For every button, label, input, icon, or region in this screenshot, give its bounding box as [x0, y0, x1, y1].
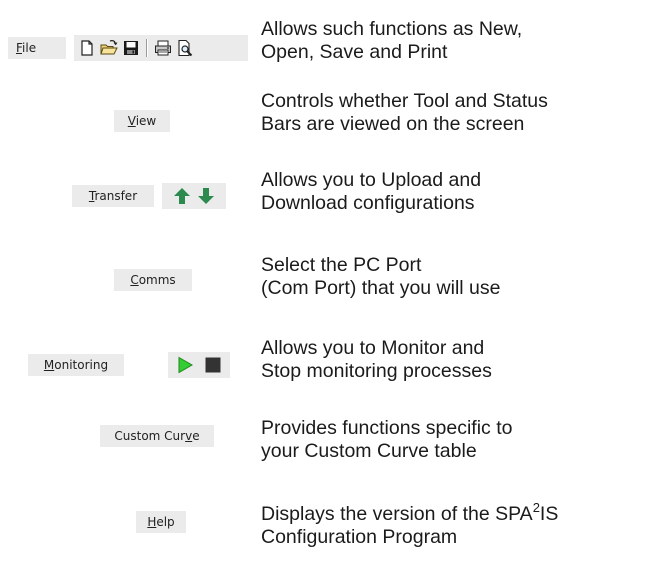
monitoring-desc-line2: Stop monitoring processes — [261, 360, 492, 382]
upload-arrow-icon[interactable] — [173, 187, 191, 205]
menu-view-accel: V — [127, 114, 136, 128]
file-desc-line1: Allows such functions as New, — [261, 18, 523, 40]
help-desc-line2: Configuration Program — [261, 526, 458, 548]
transfer-desc-line1: Allows you to Upload and — [261, 169, 482, 191]
save-disk-icon[interactable] — [122, 39, 140, 57]
file-desc-line2: Open, Save and Print — [261, 41, 448, 63]
menu-monitoring-accel: M — [43, 358, 55, 372]
view-description: Controls whether Tool and Status Bars ar… — [261, 90, 548, 136]
menu-custom-curve-suffix: e — [192, 429, 200, 443]
help-desc-superscript: 2 — [532, 500, 540, 515]
menu-file-suffix: ile — [22, 41, 37, 55]
help-desc-line1-pre: Displays the version of the SPA — [261, 503, 533, 525]
new-document-icon[interactable] — [78, 39, 96, 57]
toolbar-separator — [146, 39, 148, 57]
custom-curve-desc-line2: your Custom Curve table — [261, 440, 477, 462]
print-preview-icon[interactable] — [176, 39, 194, 57]
menu-help-suffix: elp — [156, 515, 175, 529]
download-arrow-icon[interactable] — [197, 187, 215, 205]
view-desc-line2: Bars are viewed on the screen — [261, 113, 525, 135]
transfer-toolbar — [162, 183, 226, 209]
print-icon[interactable] — [154, 39, 172, 57]
help-desc-line1-post: IS — [539, 503, 559, 525]
menu-comms[interactable]: Comms — [114, 269, 192, 291]
menu-custom-curve-prefix: Custom Cur — [114, 429, 186, 443]
menu-help-accel: H — [147, 515, 157, 529]
help-description: Displays the version of the SPA2IS Confi… — [261, 500, 559, 549]
comms-desc-line1: Select the PC Port — [261, 254, 422, 276]
play-icon[interactable] — [176, 356, 194, 374]
open-folder-icon[interactable] — [100, 39, 118, 57]
help-desc-line1: Displays the version of the SPA2IS — [261, 500, 559, 526]
file-description: Allows such functions as New, Open, Save… — [261, 18, 522, 64]
monitoring-description: Allows you to Monitor and Stop monitorin… — [261, 337, 492, 383]
menu-view-suffix: iew — [135, 114, 157, 128]
custom-curve-desc-line1: Provides functions specific to — [261, 417, 513, 439]
transfer-desc-line2: Download configurations — [261, 192, 475, 214]
view-desc-line1: Controls whether Tool and Status — [261, 90, 548, 112]
custom-curve-description: Provides functions specific to your Cust… — [261, 417, 512, 463]
menu-comms-accel: C — [130, 273, 139, 287]
menu-custom-curve[interactable]: Custom Curve — [100, 425, 214, 447]
transfer-description: Allows you to Upload and Download config… — [261, 169, 481, 215]
menu-help[interactable]: Help — [136, 511, 186, 533]
stop-icon[interactable] — [204, 356, 222, 374]
menu-transfer[interactable]: Transfer — [72, 185, 154, 207]
file-toolbar — [74, 35, 248, 61]
monitoring-toolbar — [168, 352, 230, 378]
comms-desc-line2: (Com Port) that you will use — [261, 277, 501, 299]
monitoring-desc-line1: Allows you to Monitor and — [261, 337, 485, 359]
menu-transfer-suffix: ransfer — [94, 189, 138, 203]
menu-view[interactable]: View — [114, 110, 170, 132]
menu-file[interactable]: File — [8, 37, 66, 59]
comms-description: Select the PC Port (Com Port) that you w… — [261, 254, 501, 300]
menu-monitoring[interactable]: Monitoring — [28, 354, 124, 376]
menu-monitoring-suffix: onitoring — [54, 358, 109, 372]
menu-comms-suffix: omms — [138, 273, 176, 287]
